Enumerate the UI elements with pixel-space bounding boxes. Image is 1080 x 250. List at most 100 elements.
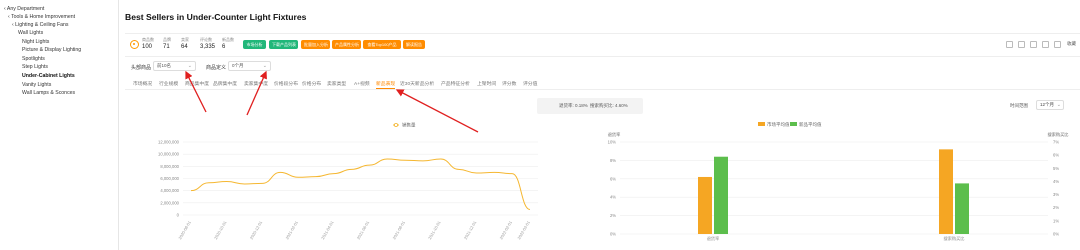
tab-product-concentration[interactable]: 商品集中度 — [185, 80, 209, 87]
brand-logo-icon — [130, 40, 139, 49]
download-list-button[interactable]: 下载产品列表 — [269, 40, 298, 49]
analysis-tabs — [125, 79, 1080, 90]
left-axis-title: 退货率 — [608, 131, 621, 138]
x-tick-label: 2021-02-01 — [284, 219, 299, 240]
right-axis-title: 搜索购买比 — [1048, 131, 1069, 138]
sidebar-item-night-lights[interactable]: Night Lights — [22, 39, 49, 45]
returns-bar-chart: 0%2%4%6%8%10%0%1%2%3%4%5%6%7%退货率 搜索购买比退货率… — [608, 121, 1069, 242]
grid-icon[interactable] — [1006, 41, 1013, 48]
top-products-label: 头部商品 — [131, 65, 152, 71]
x-tick-label: 2020-10-01 — [213, 219, 228, 240]
tab-launch-time[interactable]: 上架时间 — [477, 80, 496, 87]
sidebar-item-wall-lamps[interactable]: Wall Lamps & Sconces — [22, 90, 75, 96]
x-category-label: 退货率 — [707, 235, 720, 242]
tab-price-range[interactable]: 价格段分布 — [274, 80, 298, 87]
y-tick-label-left: 8% — [610, 158, 616, 163]
arrow-new-products-tab — [395, 89, 479, 133]
y-tick-label-right: 7% — [1053, 140, 1059, 145]
new-definition-select[interactable]: 0个月 ⌄ — [228, 61, 271, 71]
legend-label: 市场平均值 — [767, 121, 790, 128]
collect-label[interactable]: 收藏 — [1067, 41, 1076, 47]
search-purchase-metric: 搜索购买比: 4.60% — [590, 103, 628, 108]
stat-label: 评论数 — [200, 37, 212, 42]
y-tick-label-right: 1% — [1053, 218, 1059, 223]
sidebar-item-step-lights[interactable]: Step Lights — [22, 64, 48, 70]
tab-review-count[interactable]: 评分数 — [502, 80, 516, 87]
arrow-top-products — [185, 70, 207, 113]
tab-seller-concentration[interactable]: 卖家集中度 — [244, 80, 268, 87]
page-title: Best Sellers in Under-Counter Light Fixt… — [125, 12, 307, 22]
list-icon[interactable] — [1018, 41, 1025, 48]
y-tick-label: 4,000,000 — [160, 188, 179, 193]
stat-new-products: 新品数 6 — [222, 37, 234, 50]
tab-new-30-days[interactable]: 近30天新品分析 — [400, 80, 434, 87]
top100-button[interactable]: 查看Top100产品 — [363, 40, 401, 49]
tab-price-distribution[interactable]: 价格分布 — [302, 80, 321, 87]
tab-new-products[interactable]: 新品表现 — [376, 80, 396, 89]
stat-label: 卖家 — [181, 37, 189, 42]
sidebar-item-wall-lights[interactable]: Wall Lights — [18, 30, 43, 36]
heart-icon[interactable] — [1030, 41, 1037, 48]
settings-icon[interactable] — [1054, 41, 1061, 48]
x-tick-label: 2021-12-01 — [463, 219, 478, 240]
tab-feature-analysis[interactable]: 产品特征分析 — [441, 80, 470, 87]
stat-brands: 品牌 71 — [163, 37, 171, 50]
y-tick-label-right: 2% — [1053, 205, 1059, 210]
sidebar-item-under-cabinet[interactable]: Under-Cabinet Lights — [22, 73, 75, 79]
tab-brand-concentration[interactable]: 品牌集中度 — [213, 80, 237, 87]
tab-rating[interactable]: 评分值 — [523, 80, 537, 87]
stat-label: 商品数 — [142, 37, 154, 42]
x-category-label: 搜索购买比 — [944, 235, 965, 242]
x-tick-label: 2020-12-01 — [249, 219, 264, 240]
attribute-analysis-button[interactable]: 产品属性分析 — [332, 40, 361, 49]
sidebar-item-spotlights[interactable]: Spotlights — [22, 56, 45, 62]
stat-value: 71 — [163, 44, 170, 50]
sales-line — [190, 158, 531, 211]
sidebar-item-any-department[interactable]: ‹ Any Department — [4, 6, 44, 12]
sidebar-item-picture-display[interactable]: Picture & Display Lighting — [22, 47, 81, 53]
tab-market-overview[interactable]: 市场概况 — [133, 80, 152, 87]
y-tick-label-right: 3% — [1053, 192, 1059, 197]
legend-marker — [393, 123, 398, 128]
x-tick-label: 2022-02-01 — [498, 219, 513, 240]
y-tick-label: 12,000,000 — [158, 140, 180, 145]
y-tick-label: 6,000,000 — [160, 176, 179, 181]
sidebar-item-vanity-lights[interactable]: Vanity Lights — [22, 82, 51, 88]
x-tick-label: 2021-10-01 — [427, 219, 442, 240]
y-tick-label: 2,000,000 — [160, 200, 179, 205]
stat-reviews: 评论数 3,335 — [200, 37, 215, 50]
share-icon[interactable] — [1042, 41, 1049, 48]
bar-1 — [955, 183, 969, 234]
bar-1 — [714, 156, 728, 234]
top-products-value: 前10名 — [157, 63, 172, 68]
y-tick-label-left: 2% — [610, 213, 616, 218]
new-definition-label: 商品定义 — [206, 65, 227, 71]
y-tick-label-right: 4% — [1053, 179, 1059, 184]
category-sidebar: ‹ Any Department ‹ Tools & Home Improvem… — [0, 0, 118, 250]
new-definition-value: 0个月 — [232, 63, 244, 68]
tab-seller-type[interactable]: 卖家类型 — [327, 80, 346, 87]
stat-label: 品牌 — [163, 37, 171, 42]
chevron-down-icon: ⌄ — [187, 63, 192, 69]
legend-label: 销售量 — [402, 122, 416, 129]
top-products-select[interactable]: 前10名 ⌄ — [153, 61, 196, 71]
time-range-select[interactable]: 12个月 ⌄ — [1036, 100, 1064, 110]
x-tick-label: 2020-08-01 — [177, 219, 192, 240]
sales-line-chart: 0 2,000,000 4,000,000 6,000,000 8,000,000 10,… — [158, 122, 538, 240]
legend-label: 新品平均值 — [799, 121, 822, 128]
tab-industry-scale[interactable]: 行业规模 — [159, 80, 178, 87]
bar-0 — [939, 149, 953, 234]
x-tick-label: 2021-04-01 — [320, 219, 335, 240]
tab-a-plus-video[interactable]: A+视频 — [354, 80, 370, 87]
x-tick-label: 2022-03-01 — [516, 219, 531, 240]
market-analysis-button[interactable]: 市场分析 — [243, 40, 266, 49]
sidebar-item-tools-home[interactable]: ‹ Tools & Home Improvement — [8, 14, 75, 20]
sidebar-item-lighting-fans[interactable]: ‹ Lighting & Ceiling Fans — [12, 22, 69, 28]
y-tick-label-left: 10% — [608, 140, 617, 145]
return-rate-metric: 退货率: 0.18% — [559, 103, 588, 108]
x-tick-label: 2021-08-01 — [391, 219, 406, 240]
batch-add-button[interactable]: 批量加入分析 — [301, 40, 330, 49]
stat-value: 100 — [142, 44, 153, 50]
stat-sellers: 卖家 64 — [181, 37, 189, 50]
report-button[interactable]: 解读报告 — [403, 40, 425, 49]
